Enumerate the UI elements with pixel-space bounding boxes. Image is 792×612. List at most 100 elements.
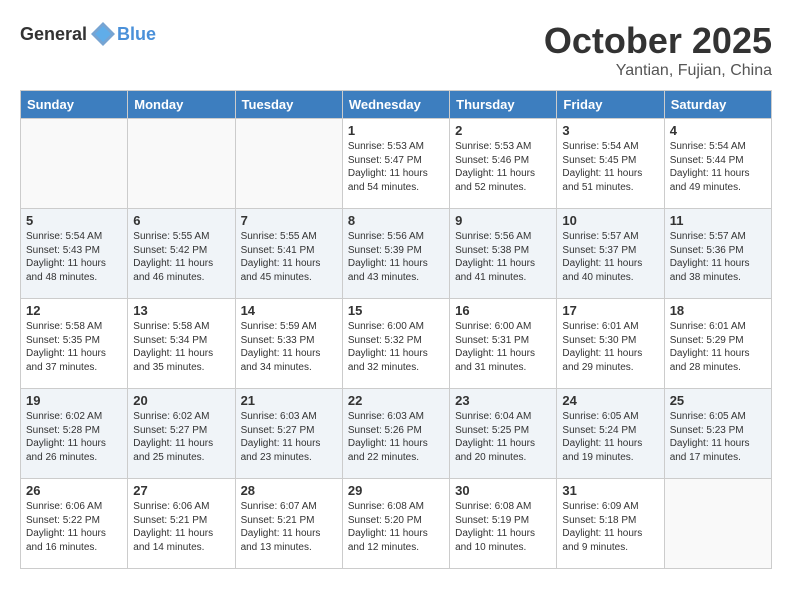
day-info: Sunrise: 6:03 AM Sunset: 5:26 PM Dayligh… (348, 410, 444, 464)
calendar-cell: 23 Sunrise: 6:04 AM Sunset: 5:25 PM Dayli… (450, 389, 557, 479)
day-number: 19 (26, 393, 122, 408)
day-info: Sunrise: 5:58 AM Sunset: 5:35 PM Dayligh… (26, 320, 122, 374)
calendar-cell: 7 Sunrise: 5:55 AM Sunset: 5:41 PM Daylig… (235, 209, 342, 299)
day-info: Sunrise: 5:53 AM Sunset: 5:46 PM Dayligh… (455, 140, 551, 194)
day-info: Sunrise: 5:57 AM Sunset: 5:36 PM Dayligh… (670, 230, 766, 284)
calendar-cell: 14 Sunrise: 5:59 AM Sunset: 5:33 PM Dayli… (235, 299, 342, 389)
day-number: 9 (455, 213, 551, 228)
day-info: Sunrise: 5:54 AM Sunset: 5:45 PM Dayligh… (562, 140, 658, 194)
day-info: Sunrise: 6:02 AM Sunset: 5:28 PM Dayligh… (26, 410, 122, 464)
day-info: Sunrise: 5:55 AM Sunset: 5:41 PM Dayligh… (241, 230, 337, 284)
calendar-cell: 26 Sunrise: 6:06 AM Sunset: 5:22 PM Dayli… (21, 479, 128, 569)
calendar-cell: 5 Sunrise: 5:54 AM Sunset: 5:43 PM Daylig… (21, 209, 128, 299)
day-number: 3 (562, 123, 658, 138)
calendar-week-row: 12 Sunrise: 5:58 AM Sunset: 5:35 PM Dayli… (21, 299, 772, 389)
day-number: 12 (26, 303, 122, 318)
day-number: 10 (562, 213, 658, 228)
calendar-cell (21, 119, 128, 209)
logo-general: General (20, 24, 87, 45)
day-number: 2 (455, 123, 551, 138)
calendar-cell: 31 Sunrise: 6:09 AM Sunset: 5:18 PM Dayli… (557, 479, 664, 569)
day-info: Sunrise: 6:02 AM Sunset: 5:27 PM Dayligh… (133, 410, 229, 464)
weekday-tuesday: Tuesday (235, 91, 342, 119)
calendar-week-row: 26 Sunrise: 6:06 AM Sunset: 5:22 PM Dayli… (21, 479, 772, 569)
day-number: 7 (241, 213, 337, 228)
calendar-cell: 15 Sunrise: 6:00 AM Sunset: 5:32 PM Dayli… (342, 299, 449, 389)
weekday-saturday: Saturday (664, 91, 771, 119)
calendar-cell: 8Sunrise: 5:56 AM Sunset: 5:39 PM Daylig… (342, 209, 449, 299)
day-info: Sunrise: 5:57 AM Sunset: 5:37 PM Dayligh… (562, 230, 658, 284)
calendar-cell: 12 Sunrise: 5:58 AM Sunset: 5:35 PM Dayli… (21, 299, 128, 389)
day-info: Sunrise: 6:06 AM Sunset: 5:21 PM Dayligh… (133, 500, 229, 554)
day-info: Sunrise: 6:07 AM Sunset: 5:21 PM Dayligh… (241, 500, 337, 554)
calendar-cell: 18Sunrise: 6:01 AM Sunset: 5:29 PM Dayli… (664, 299, 771, 389)
weekday-wednesday: Wednesday (342, 91, 449, 119)
day-number: 31 (562, 483, 658, 498)
day-number: 14 (241, 303, 337, 318)
calendar-cell: 19 Sunrise: 6:02 AM Sunset: 5:28 PM Dayli… (21, 389, 128, 479)
calendar-week-row: 5 Sunrise: 5:54 AM Sunset: 5:43 PM Daylig… (21, 209, 772, 299)
day-info: Sunrise: 6:03 AM Sunset: 5:27 PM Dayligh… (241, 410, 337, 464)
calendar-cell: 16Sunrise: 6:00 AM Sunset: 5:31 PM Dayli… (450, 299, 557, 389)
calendar-cell (664, 479, 771, 569)
day-number: 15 (348, 303, 444, 318)
day-info: Sunrise: 5:59 AM Sunset: 5:33 PM Dayligh… (241, 320, 337, 374)
page-header: General Blue October 2025 Yantian, Fujia… (20, 20, 772, 80)
day-number: 13 (133, 303, 229, 318)
calendar-cell: 24Sunrise: 6:05 AM Sunset: 5:24 PM Dayli… (557, 389, 664, 479)
day-number: 29 (348, 483, 444, 498)
calendar-cell: 25 Sunrise: 6:05 AM Sunset: 5:23 PM Dayli… (664, 389, 771, 479)
day-info: Sunrise: 6:05 AM Sunset: 5:23 PM Dayligh… (670, 410, 766, 464)
day-number: 4 (670, 123, 766, 138)
day-info: Sunrise: 6:08 AM Sunset: 5:19 PM Dayligh… (455, 500, 551, 554)
day-info: Sunrise: 6:09 AM Sunset: 5:18 PM Dayligh… (562, 500, 658, 554)
day-number: 26 (26, 483, 122, 498)
day-number: 25 (670, 393, 766, 408)
weekday-thursday: Thursday (450, 91, 557, 119)
day-info: Sunrise: 6:00 AM Sunset: 5:31 PM Dayligh… (455, 320, 551, 374)
day-number: 11 (670, 213, 766, 228)
day-number: 27 (133, 483, 229, 498)
day-number: 21 (241, 393, 337, 408)
day-number: 5 (26, 213, 122, 228)
calendar-cell: 4 Sunrise: 5:54 AM Sunset: 5:44 PM Daylig… (664, 119, 771, 209)
day-number: 30 (455, 483, 551, 498)
day-info: Sunrise: 6:04 AM Sunset: 5:25 PM Dayligh… (455, 410, 551, 464)
day-info: Sunrise: 6:00 AM Sunset: 5:32 PM Dayligh… (348, 320, 444, 374)
calendar-cell: 13 Sunrise: 5:58 AM Sunset: 5:34 PM Dayli… (128, 299, 235, 389)
day-info: Sunrise: 5:56 AM Sunset: 5:39 PM Dayligh… (348, 230, 444, 284)
calendar-cell: 22 Sunrise: 6:03 AM Sunset: 5:26 PM Dayli… (342, 389, 449, 479)
title-block: October 2025 Yantian, Fujian, China (544, 20, 772, 80)
logo-blue: Blue (117, 24, 156, 45)
day-number: 17 (562, 303, 658, 318)
calendar-cell: 21 Sunrise: 6:03 AM Sunset: 5:27 PM Dayli… (235, 389, 342, 479)
day-number: 23 (455, 393, 551, 408)
calendar-cell: 28Sunrise: 6:07 AM Sunset: 5:21 PM Dayli… (235, 479, 342, 569)
day-info: Sunrise: 6:06 AM Sunset: 5:22 PM Dayligh… (26, 500, 122, 554)
day-info: Sunrise: 5:56 AM Sunset: 5:38 PM Dayligh… (455, 230, 551, 284)
weekday-monday: Monday (128, 91, 235, 119)
calendar-cell: 20 Sunrise: 6:02 AM Sunset: 5:27 PM Dayli… (128, 389, 235, 479)
day-info: Sunrise: 5:54 AM Sunset: 5:43 PM Dayligh… (26, 230, 122, 284)
day-info: Sunrise: 6:01 AM Sunset: 5:30 PM Dayligh… (562, 320, 658, 374)
day-number: 24 (562, 393, 658, 408)
month-title: October 2025 (544, 20, 772, 62)
day-info: Sunrise: 5:58 AM Sunset: 5:34 PM Dayligh… (133, 320, 229, 374)
calendar-cell: 3 Sunrise: 5:54 AM Sunset: 5:45 PM Daylig… (557, 119, 664, 209)
day-info: Sunrise: 5:55 AM Sunset: 5:42 PM Dayligh… (133, 230, 229, 284)
day-info: Sunrise: 6:08 AM Sunset: 5:20 PM Dayligh… (348, 500, 444, 554)
calendar-cell: 6 Sunrise: 5:55 AM Sunset: 5:42 PM Daylig… (128, 209, 235, 299)
calendar-cell: 2 Sunrise: 5:53 AM Sunset: 5:46 PM Daylig… (450, 119, 557, 209)
calendar-table: SundayMondayTuesdayWednesdayThursdayFrid… (20, 90, 772, 569)
logo-icon (89, 20, 117, 48)
day-info: Sunrise: 5:54 AM Sunset: 5:44 PM Dayligh… (670, 140, 766, 194)
location-title: Yantian, Fujian, China (544, 62, 772, 80)
day-number: 6 (133, 213, 229, 228)
day-number: 1 (348, 123, 444, 138)
day-number: 18 (670, 303, 766, 318)
calendar-cell: 30 Sunrise: 6:08 AM Sunset: 5:19 PM Dayli… (450, 479, 557, 569)
calendar-cell: 1Sunrise: 5:53 AM Sunset: 5:47 PM Daylig… (342, 119, 449, 209)
calendar-cell (235, 119, 342, 209)
day-number: 22 (348, 393, 444, 408)
day-number: 20 (133, 393, 229, 408)
